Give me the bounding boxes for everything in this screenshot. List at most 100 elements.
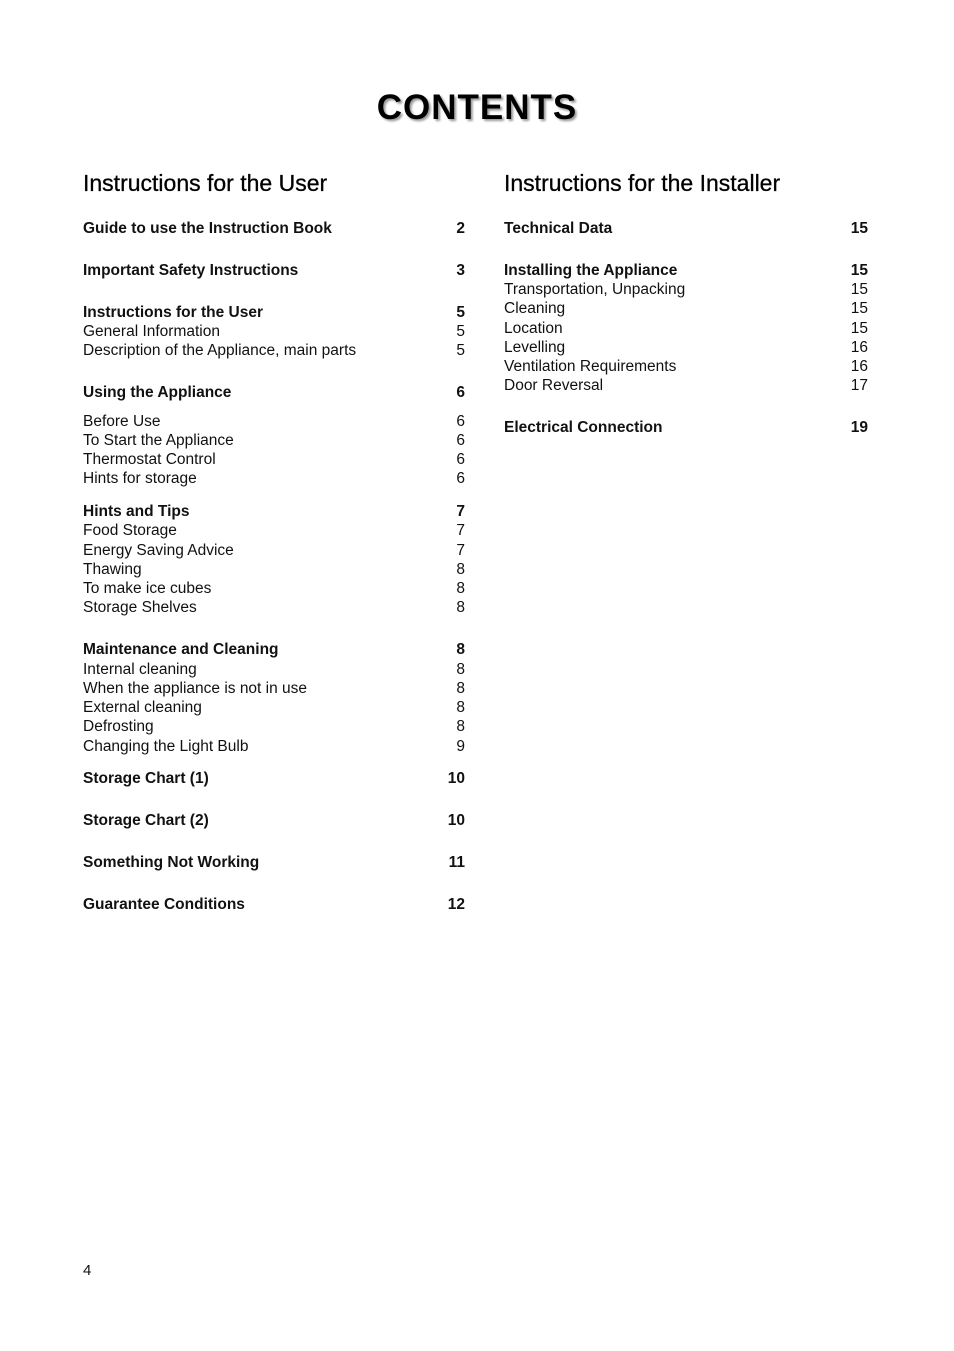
toc-entry-label: Defrosting <box>83 718 154 735</box>
toc-section-entry[interactable]: Guide to use the Instruction Book 2 <box>83 219 465 238</box>
toc-section-entry[interactable]: Important Safety Instructions 3 <box>83 261 465 280</box>
toc-subsection-entry[interactable]: Energy Saving Advice 7 <box>83 541 465 560</box>
toc-entry-page-number: 2 <box>456 220 465 237</box>
toc-entry-page-number: 7 <box>456 522 465 539</box>
toc-entry-label: Ventilation Requirements <box>504 358 677 375</box>
toc-entry-page-number: 8 <box>456 561 465 578</box>
toc-subsection-entry[interactable]: Storage Shelves 8 <box>83 598 465 617</box>
toc-subsection-entry[interactable]: Levelling 16 <box>504 338 868 357</box>
toc-subsection-entry[interactable]: To make ice cubes 8 <box>83 579 465 598</box>
toc-section-entry[interactable]: Storage Chart (2) 10 <box>83 811 465 830</box>
toc-section-entry[interactable]: Guarantee Conditions 12 <box>83 895 465 914</box>
toc-entry-label: Instructions for the User <box>83 304 263 321</box>
toc-section-entry[interactable]: Storage Chart (1) 10 <box>83 769 465 788</box>
toc-entry-label: Important Safety Instructions <box>83 262 299 279</box>
toc-entry-label: When the appliance is not in use <box>83 680 308 697</box>
toc-entry-page-number: 10 <box>447 812 465 829</box>
toc-entry-page-number: 15 <box>850 281 868 298</box>
toc-entry-label: Electrical Connection <box>504 419 663 436</box>
toc-entry-label: Storage Chart (1) <box>83 770 209 787</box>
toc-subsection-entry[interactable]: External cleaning 8 <box>83 698 465 717</box>
toc-subsection-entry[interactable]: Transportation, Unpacking 15 <box>504 280 868 299</box>
toc-entry-label: Transportation, Unpacking <box>504 281 686 298</box>
toc-entry-page-number: 5 <box>456 304 465 321</box>
toc-subsection-entry[interactable]: When the appliance is not in use 8 <box>83 679 465 698</box>
page-number: 4 <box>83 1262 92 1279</box>
toc-subsection-entry[interactable]: Cleaning 15 <box>504 299 868 318</box>
toc-entry-page-number: 10 <box>447 770 465 787</box>
toc-entry-label: Something Not Working <box>83 854 260 871</box>
toc-entry-page-number: 5 <box>456 342 465 359</box>
toc-entry-page-number: 8 <box>456 718 465 735</box>
installer-instructions-column: Instructions for the Installer Technical… <box>504 168 868 436</box>
toc-entry-page-number: 8 <box>456 599 465 616</box>
toc-entry-label: General Information <box>83 323 220 340</box>
toc-section-entry[interactable]: Technical Data 15 <box>504 219 868 238</box>
toc-entry-page-number: 15 <box>850 262 868 279</box>
toc-entry-page-number: 6 <box>456 470 465 487</box>
toc-entry-page-number: 15 <box>850 300 868 317</box>
toc-entry-label: Hints and Tips <box>83 503 190 520</box>
toc-entry-page-number: 19 <box>850 419 868 436</box>
toc-subsection-entry[interactable]: General Information 5 <box>83 322 465 341</box>
toc-subsection-entry[interactable]: Defrosting 8 <box>83 717 465 736</box>
toc-subsection-entry[interactable]: Food Storage 7 <box>83 521 465 540</box>
toc-section-entry[interactable]: Something Not Working 11 <box>83 853 465 872</box>
toc-subsection-entry[interactable]: Door Reversal 17 <box>504 376 868 395</box>
toc-section-entry[interactable]: Using the Appliance 6 <box>83 383 465 402</box>
user-column-heading: Instructions for the User <box>83 170 328 196</box>
toc-entry-label: To make ice cubes <box>83 580 212 597</box>
toc-entry-page-number: 8 <box>456 661 465 678</box>
toc-subsection-entry[interactable]: To Start the Appliance 6 <box>83 431 465 450</box>
toc-subsection-entry[interactable]: Changing the Light Bulb 9 <box>83 737 465 756</box>
toc-entry-label: Thawing <box>83 561 142 578</box>
toc-entry-page-number: 5 <box>456 323 465 340</box>
toc-entry-page-number: 16 <box>850 358 868 375</box>
toc-entry-label: Technical Data <box>504 220 613 237</box>
toc-entry-page-number: 8 <box>456 699 465 716</box>
toc-entry-label: Food Storage <box>83 522 177 539</box>
toc-subsection-entry[interactable]: Before Use 6 <box>83 412 465 431</box>
toc-entry-page-number: 8 <box>456 641 465 658</box>
toc-subsection-entry[interactable]: Thawing 8 <box>83 560 465 579</box>
toc-subsection-entry[interactable]: Description of the Appliance, main parts… <box>83 341 465 360</box>
toc-entry-page-number: 8 <box>456 580 465 597</box>
toc-entry-label: Changing the Light Bulb <box>83 738 249 755</box>
toc-entry-label: Storage Shelves <box>83 599 197 616</box>
toc-subsection-entry[interactable]: Thermostat Control 6 <box>83 450 465 469</box>
toc-entry-label: Maintenance and Cleaning <box>83 641 279 658</box>
toc-entry-page-number: 9 <box>456 738 465 755</box>
toc-entry-label: Guarantee Conditions <box>83 896 245 913</box>
toc-entry-label: Hints for storage <box>83 470 197 487</box>
toc-entry-page-number: 8 <box>456 680 465 697</box>
toc-subsection-entry[interactable]: Hints for storage 6 <box>83 469 465 488</box>
toc-entry-label: Cleaning <box>504 300 566 317</box>
toc-section-entry[interactable]: Hints and Tips 7 <box>83 502 465 521</box>
page-title: CONTENTS <box>376 88 578 127</box>
toc-entry-page-number: 6 <box>456 413 465 430</box>
toc-entry-label: Description of the Appliance, main parts <box>83 342 357 359</box>
toc-entry-label: External cleaning <box>83 699 202 716</box>
toc-entry-page-number: 6 <box>456 451 465 468</box>
toc-subsection-entry[interactable]: Location 15 <box>504 319 868 338</box>
toc-entry-page-number: 16 <box>850 339 868 356</box>
toc-entry-page-number: 6 <box>456 432 465 449</box>
toc-section-entry[interactable]: Maintenance and Cleaning 8 <box>83 640 465 659</box>
toc-subsection-entry[interactable]: Internal cleaning 8 <box>83 660 465 679</box>
toc-entry-page-number: 3 <box>456 262 465 279</box>
toc-entry-label: Internal cleaning <box>83 661 197 678</box>
toc-entry-label: Storage Chart (2) <box>83 812 209 829</box>
toc-entry-label: Guide to use the Instruction Book <box>83 220 332 237</box>
toc-section-entry[interactable]: Installing the Appliance 15 <box>504 261 868 280</box>
toc-section-entry[interactable]: Instructions for the User 5 <box>83 303 465 322</box>
toc-entry-page-number: 7 <box>456 503 465 520</box>
toc-entry-label: To Start the Appliance <box>83 432 234 449</box>
toc-entry-label: Installing the Appliance <box>504 262 678 279</box>
toc-entry-label: Energy Saving Advice <box>83 542 234 559</box>
toc-section-entry[interactable]: Electrical Connection 19 <box>504 418 868 437</box>
toc-subsection-entry[interactable]: Ventilation Requirements 16 <box>504 357 868 376</box>
toc-entry-label: Before Use <box>83 413 161 430</box>
toc-entry-page-number: 12 <box>447 896 465 913</box>
toc-entry-label: Door Reversal <box>504 377 604 394</box>
toc-entry-page-number: 17 <box>850 377 868 394</box>
